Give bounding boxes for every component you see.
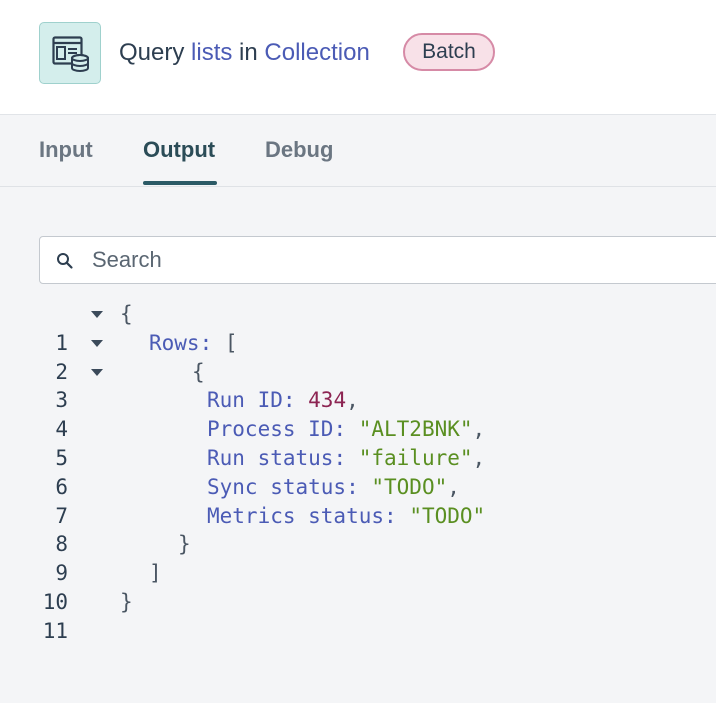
json-value: "ALT2BNK" <box>358 417 473 442</box>
title-query-word: Query <box>119 39 185 66</box>
tab-bar: Input Output Debug <box>0 115 716 187</box>
open-brace: { <box>120 302 133 326</box>
code-line: 7 Sync status: "TODO", <box>0 473 716 528</box>
search-box <box>39 236 716 284</box>
json-value: 434 <box>308 388 347 413</box>
title-in-word: in <box>239 39 258 66</box>
json-key: Sync status <box>207 474 347 499</box>
json-value: "failure" <box>358 445 473 470</box>
code-line: 5 Process ID: "ALT2BNK", <box>0 415 716 470</box>
code-line: 6 Run status: "failure", <box>0 444 716 499</box>
table-database-icon <box>39 22 101 84</box>
line-number: 11 <box>42 618 68 643</box>
code-line: 9 } <box>0 530 716 585</box>
collapse-toggle-icon[interactable] <box>91 311 103 318</box>
title-source-link[interactable]: Collection <box>264 39 369 66</box>
collapse-toggle-icon[interactable] <box>91 368 103 376</box>
close-bracket: ] <box>149 561 162 586</box>
page-title: Query lists in Collection <box>119 37 370 69</box>
json-key: Metrics status <box>207 503 385 528</box>
tab-output[interactable]: Output <box>143 135 215 165</box>
json-output-viewer: 1 { 2 Rows: [ 3 { 4 Run ID: 434, 5 Proce… <box>0 300 716 643</box>
json-key: Process ID <box>207 417 334 442</box>
json-key: Run ID <box>207 388 283 413</box>
close-brace: } <box>178 532 191 557</box>
code-line: 11 } <box>0 588 716 643</box>
tab-input[interactable]: Input <box>39 135 93 165</box>
open-brace: { <box>192 359 205 384</box>
collapse-toggle-icon[interactable] <box>91 339 103 347</box>
active-tab-indicator <box>143 181 217 185</box>
batch-badge: Batch <box>403 33 495 71</box>
code-line: 4 Run ID: 434, <box>0 386 716 441</box>
json-value: "TODO" <box>409 503 486 528</box>
code-line: 3 { <box>0 358 716 413</box>
code-line: 10 ] <box>0 559 716 614</box>
tab-debug[interactable]: Debug <box>265 135 333 165</box>
code-line: 8 Metrics status: "TODO" <box>0 502 716 557</box>
json-key: Rows <box>149 330 200 355</box>
close-brace: } <box>120 589 133 614</box>
json-value: "TODO" <box>371 474 448 499</box>
search-input[interactable] <box>92 245 692 275</box>
search-icon <box>57 253 73 269</box>
page-header: Query lists in Collection Batch <box>0 0 716 115</box>
json-key: Run status <box>207 445 334 470</box>
title-object-link[interactable]: lists <box>191 39 232 66</box>
code-line: 2 Rows: [ <box>0 329 716 384</box>
code-line: 1 { <box>0 300 716 355</box>
